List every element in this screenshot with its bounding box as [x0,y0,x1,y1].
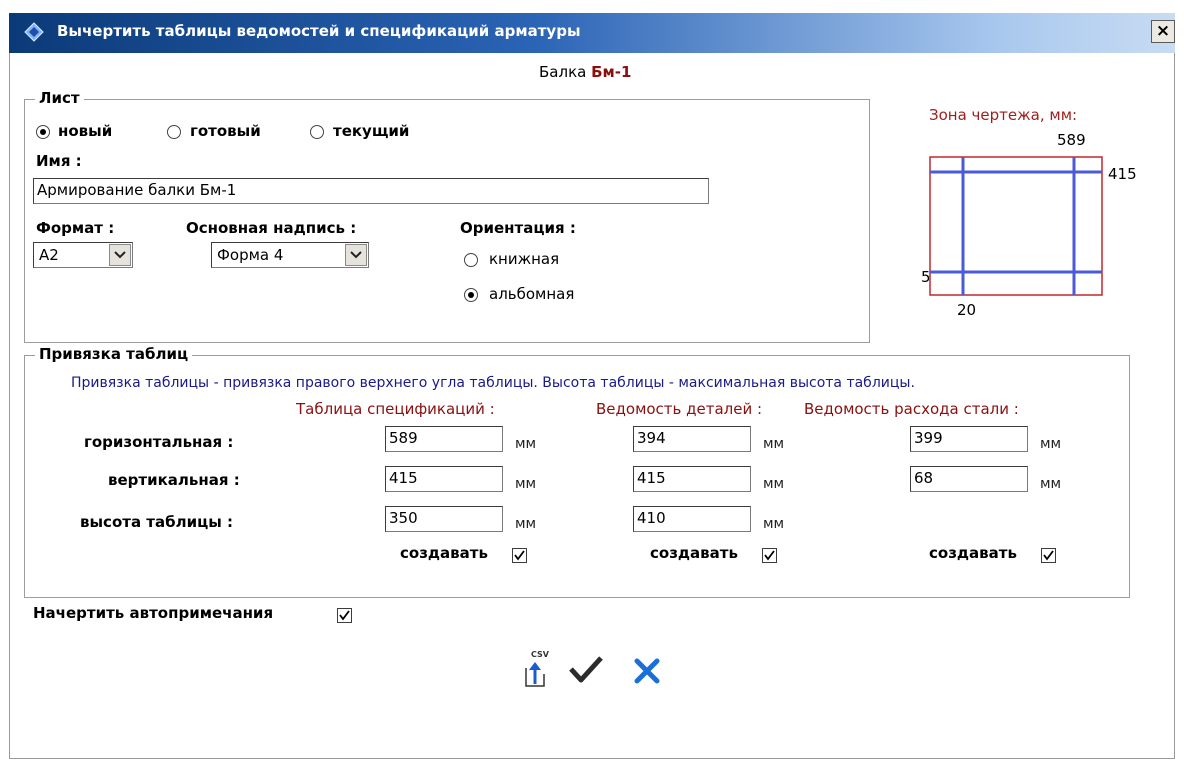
cross-icon [634,658,660,684]
title-bar[interactable]: Вычертить таблицы ведомостей и специфика… [9,13,1175,53]
unit-label: мм [515,516,537,532]
orientation-label: Ориентация : [460,219,576,237]
spec-vertical-value: 415 [389,469,418,487]
details-create-label: создавать [650,544,738,562]
details-horizontal-input[interactable]: 394 [633,426,751,452]
checkmark-icon [1043,550,1054,561]
steel-vertical-value: 68 [914,469,934,487]
spec-horizontal-input[interactable]: 589 [385,426,503,452]
checkmark-icon [339,610,350,621]
autonotes-checkbox[interactable] [337,608,352,623]
format-label: Формат : [36,219,115,237]
csv-label: CSV [531,650,549,659]
format-dropdown-button[interactable] [109,244,131,266]
steel-create-checkbox[interactable] [1041,548,1056,563]
unit-label: мм [515,436,537,452]
chevron-down-icon [350,251,362,259]
unit-label: мм [763,476,785,492]
zone-width: 589 [1057,131,1086,149]
element-type: Балка [539,63,587,81]
details-vertical-value: 415 [637,469,666,487]
row-height-label: высота таблицы : [80,513,233,531]
window-title: Вычертить таблицы ведомостей и специфика… [57,22,581,40]
spec-vertical-input[interactable]: 415 [385,466,503,492]
radio-ready[interactable] [167,125,181,139]
name-input[interactable]: Армирование балки Бм-1 [33,178,709,204]
stamp-select-value: Форма 4 [217,246,284,264]
steel-horizontal-input[interactable]: 399 [910,426,1028,452]
name-input-value: Армирование балки Бм-1 [37,181,237,199]
details-vertical-input[interactable]: 415 [633,466,751,492]
col-spec-title: Таблица спецификаций : [296,400,495,418]
radio-portrait[interactable] [464,253,478,267]
chevron-down-icon [114,251,126,259]
unit-label: мм [1040,476,1062,492]
row-vertical-label: вертикальная : [108,471,240,489]
stamp-select[interactable]: Форма 4 [211,242,369,268]
app-icon [24,22,44,42]
zone-height: 415 [1108,165,1137,183]
steel-create-label: создавать [929,544,1017,562]
steel-vertical-input[interactable]: 68 [910,466,1028,492]
autonotes-label: Начертить автопримечания [33,604,274,622]
unit-label: мм [1040,436,1062,452]
name-label: Имя : [36,152,82,170]
element-name: Бм-1 [591,63,632,81]
radio-current[interactable] [310,125,324,139]
radio-ready-label: готовый [190,122,261,140]
unit-label: мм [763,436,785,452]
checkmark-icon [514,550,525,561]
radio-new[interactable] [36,125,50,139]
radio-landscape[interactable] [464,288,478,302]
sheet-legend: Лист [35,89,84,107]
radio-landscape-label: альбомная [489,285,575,303]
format-select-value: А2 [39,246,59,264]
zone-margin-left: 20 [957,301,977,319]
details-create-checkbox[interactable] [762,548,777,563]
zone-title: Зона чертежа, мм: [929,106,1078,124]
tables-legend: Привязка таблиц [35,345,193,363]
checkmark-icon [764,550,775,561]
zone-frame [929,156,1103,296]
spec-height-value: 350 [389,509,418,527]
drawing-zone-diagram [929,156,1103,296]
details-height-value: 410 [637,509,666,527]
radio-portrait-label: книжная [489,250,560,268]
close-icon: × [1155,21,1171,41]
close-button[interactable]: × [1151,20,1175,43]
element-header: Балка Бм-1 [539,63,631,81]
spec-create-label: создавать [400,544,488,562]
steel-horizontal-value: 399 [914,429,943,447]
stamp-label: Основная надпись : [186,219,357,237]
csv-export-button[interactable]: CSV [520,650,552,690]
spec-horizontal-value: 589 [389,429,418,447]
radio-current-label: текущий [333,122,410,140]
radio-new-label: новый [58,122,113,140]
spec-height-input[interactable]: 350 [385,506,503,532]
details-height-input[interactable]: 410 [633,506,751,532]
tables-note: Привязка таблицы - привязка правого верх… [71,375,915,391]
spec-create-checkbox[interactable] [512,548,527,563]
cancel-button[interactable] [632,656,662,686]
unit-label: мм [763,516,785,532]
col-steel-title: Ведомость расхода стали : [804,400,1019,418]
unit-label: мм [515,476,537,492]
format-select[interactable]: А2 [33,242,133,268]
checkmark-icon [569,656,603,683]
row-horizontal-label: горизонтальная : [84,433,234,451]
stamp-dropdown-button[interactable] [345,244,367,266]
sheet-groupbox [24,99,870,343]
details-horizontal-value: 394 [637,429,666,447]
csv-export-icon [525,662,545,687]
ok-button[interactable] [568,655,604,685]
col-details-title: Ведомость деталей : [596,400,763,418]
